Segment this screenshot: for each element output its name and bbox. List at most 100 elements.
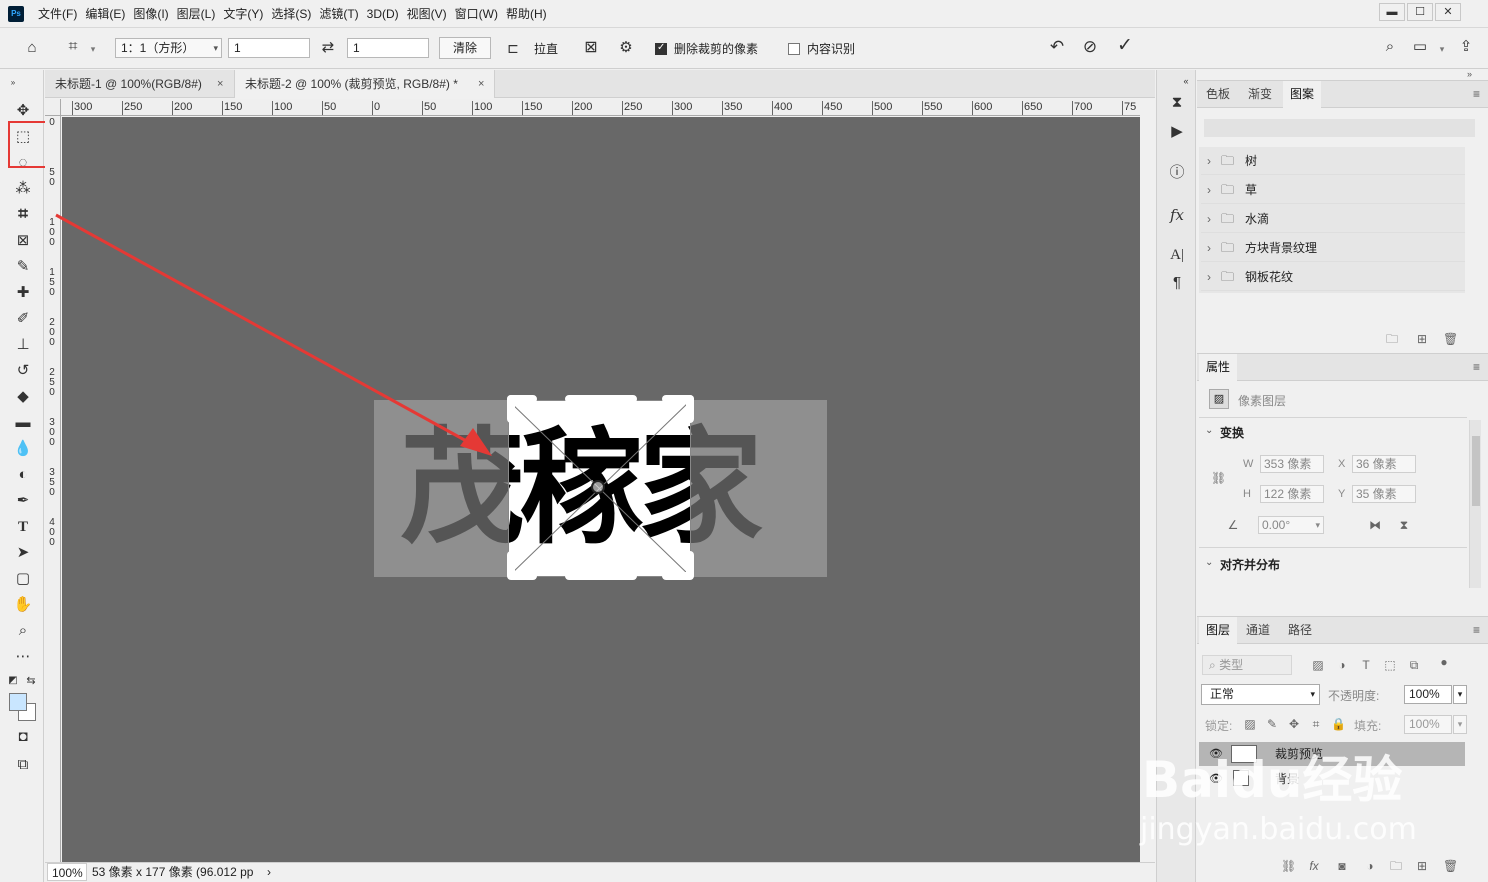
lock-transparency-icon[interactable]: ▨ [1243, 717, 1257, 731]
pen-tool-icon[interactable]: ✒ [10, 490, 36, 512]
flip-horizontal-icon[interactable]: ⧓ [1367, 518, 1383, 532]
swap-colors-icon[interactable]: ⇆ [24, 670, 38, 692]
menu-help[interactable]: 帮助(H) [502, 0, 551, 28]
blur-tool-icon[interactable]: 💧 [10, 438, 36, 460]
canvas-area[interactable]: 茂稼家 茂稼家 [62, 117, 1140, 862]
menu-view[interactable]: 视图(V) [403, 0, 451, 28]
eyedropper-tool-icon[interactable]: ✎ [10, 256, 36, 278]
blend-mode-select[interactable]: 正常 ▾ [1201, 684, 1320, 705]
properties-scrollbar[interactable] [1469, 420, 1481, 588]
panel-menu-icon[interactable]: ≡ [1473, 623, 1480, 637]
adjustment-layer-icon[interactable]: ◑ [1363, 859, 1377, 873]
filter-smart-object-icon[interactable]: ⧉ [1407, 658, 1421, 672]
crop-handle-br-side[interactable] [686, 551, 694, 579]
crop-region[interactable]: 茂稼家 [508, 400, 691, 577]
rectangle-tool-icon[interactable]: ▢ [10, 568, 36, 590]
crop-preset-icon[interactable]: ⌗ [62, 38, 84, 56]
layer-filter-select[interactable]: ⌕ 类型 [1202, 655, 1292, 675]
straighten-label[interactable]: 拉直 [534, 41, 558, 57]
screen-mode-icon[interactable]: ⧉ [10, 754, 36, 776]
pattern-search-bar[interactable] [1204, 119, 1475, 137]
menu-image[interactable]: 图像(I) [129, 0, 172, 28]
chevron-down-icon[interactable]: ▾ [1437, 40, 1447, 58]
maximize-button[interactable]: ☐ [1407, 3, 1433, 21]
minimize-button[interactable]: ▬ [1379, 3, 1405, 21]
fill-field[interactable]: 100% [1404, 715, 1452, 734]
stamp-tool-icon[interactable]: ⊥ [10, 334, 36, 356]
menu-select[interactable]: 选择(S) [267, 0, 315, 28]
new-group-icon[interactable]: 🗀 [1389, 859, 1403, 873]
tab-document-2[interactable]: 未标题-2 @ 100% (裁剪预览, RGB/8#) * [235, 70, 495, 98]
new-group-icon[interactable]: 🗀 [1385, 332, 1399, 346]
close-tab-icon[interactable]: × [478, 70, 484, 98]
frame-tool-icon[interactable]: ⊠ [10, 230, 36, 252]
tab-swatches[interactable]: 色板 [1199, 81, 1237, 108]
pattern-folder[interactable]: › 🗀 树 [1201, 147, 1465, 175]
add-mask-icon[interactable]: ◙ [1335, 859, 1349, 873]
pattern-folder[interactable]: › 🗀 钢板花纹 [1201, 263, 1465, 291]
lock-artboard-icon[interactable]: ⌗ [1309, 717, 1323, 731]
height-field[interactable]: 1 [347, 38, 429, 58]
hand-tool-icon[interactable]: ✋ [10, 594, 36, 616]
status-menu-arrow[interactable]: › [267, 863, 271, 881]
menu-layer[interactable]: 图层(L) [173, 0, 220, 28]
menu-window[interactable]: 窗口(W) [451, 0, 502, 28]
filter-type-icon[interactable]: T [1359, 658, 1373, 672]
info-icon[interactable]: ⓘ [1165, 162, 1189, 184]
opacity-field[interactable]: 100% [1404, 685, 1452, 704]
commit-check-icon[interactable]: ✓ [1114, 36, 1136, 55]
tab-document-1[interactable]: 未标题-1 @ 100%(RGB/8#) [45, 70, 235, 98]
paragraph-icon[interactable]: ¶ [1165, 272, 1189, 294]
delete-cropped-checkbox[interactable] [655, 42, 667, 55]
crop-handle-tl-side[interactable] [507, 395, 515, 423]
gradient-tool-icon[interactable]: ▬ [10, 412, 36, 434]
cancel-icon[interactable]: ⊘ [1079, 38, 1101, 56]
menu-edit[interactable]: 编辑(E) [81, 0, 129, 28]
delete-cropped-label[interactable]: 删除裁剪的像素 [674, 41, 758, 57]
dodge-tool-icon[interactable]: ◐ [10, 464, 36, 486]
tab-layers[interactable]: 图层 [1199, 617, 1238, 644]
path-selection-tool-icon[interactable]: ➤ [10, 542, 36, 564]
brush-tool-icon[interactable]: ✐ [10, 308, 36, 330]
content-aware-checkbox[interactable] [788, 43, 800, 55]
collapse-icon[interactable]: » [1467, 69, 1472, 79]
chevron-down-icon[interactable]: ▾ [1453, 685, 1467, 704]
crop-handle-tr-side[interactable] [686, 395, 694, 423]
quick-mask-icon[interactable]: ◘ [10, 726, 36, 748]
chevron-down-icon[interactable]: ⌄ [1205, 425, 1213, 436]
fx-icon[interactable]: fx [1307, 859, 1321, 873]
reset-icon[interactable]: ↶ [1046, 38, 1068, 56]
ratio-select[interactable]: 1：1（方形） ▾ [115, 38, 222, 58]
workspace-icon[interactable]: ▭ [1410, 38, 1430, 56]
healing-brush-tool-icon[interactable]: ✚ [10, 282, 36, 304]
crop-handle-bottom[interactable] [565, 572, 637, 580]
content-aware-label[interactable]: 内容识别 [807, 41, 855, 57]
horizontal-ruler[interactable]: 300 250 200 150 100 50 0 50 100 150 200 250 300 350 40… [61, 99, 1140, 116]
tab-properties[interactable]: 属性 [1199, 354, 1238, 381]
history-brush-tool-icon[interactable]: ↺ [10, 360, 36, 382]
foreground-color-swatch[interactable] [9, 693, 27, 711]
crop-handle-bl-side[interactable] [507, 551, 515, 579]
history-icon[interactable]: ⧗ [1165, 92, 1189, 114]
collapse-icon[interactable]: « [1179, 70, 1193, 92]
clear-button[interactable]: 清除 [439, 37, 491, 59]
gear-icon[interactable]: ⚙ [615, 39, 637, 57]
eraser-tool-icon[interactable]: ◆ [10, 386, 36, 408]
vertical-ruler[interactable]: 0 50 100 150 200 250 300 350 400 [45, 116, 61, 862]
chevron-down-icon[interactable]: ⌄ [1205, 557, 1213, 568]
straighten-icon[interactable]: ⊏ [502, 39, 524, 57]
home-icon[interactable]: ⌂ [21, 39, 43, 57]
search-icon[interactable]: ⌕ [1380, 38, 1400, 56]
tab-patterns[interactable]: 图案 [1283, 81, 1322, 108]
overlay-grid-icon[interactable]: ⊠ [580, 39, 602, 57]
type-tool-icon[interactable]: T [10, 516, 36, 538]
crop-handle-top[interactable] [565, 395, 637, 403]
magic-wand-tool-icon[interactable]: ⁂ [10, 178, 36, 200]
pattern-folder[interactable]: › 🗀 水滴 [1201, 205, 1465, 233]
tab-paths[interactable]: 路径 [1281, 617, 1319, 644]
lock-all-icon[interactable]: 🔒 [1331, 717, 1346, 731]
default-colors-icon[interactable]: ◩ [6, 670, 20, 692]
menu-3d[interactable]: 3D(D) [363, 0, 403, 28]
lock-position-icon[interactable]: ✥ [1287, 717, 1301, 731]
trash-icon[interactable]: 🗑 [1443, 332, 1458, 346]
